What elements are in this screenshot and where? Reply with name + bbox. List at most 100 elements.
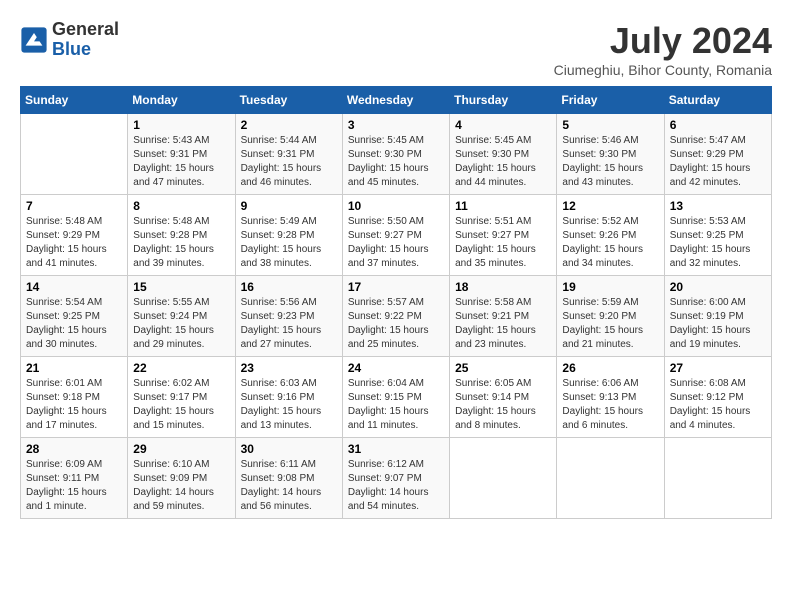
- day-info: Sunrise: 5:52 AMSunset: 9:26 PMDaylight:…: [562, 215, 658, 271]
- day-number: 22: [133, 361, 229, 375]
- day-cell: 5 Sunrise: 5:46 AMSunset: 9:30 PMDaylight…: [557, 114, 664, 195]
- day-number: 23: [241, 361, 337, 375]
- logo: General Blue: [20, 20, 119, 60]
- day-cell: [21, 114, 128, 195]
- day-cell: 7Sunrise: 5:48 AMSunset: 9:29 PMDaylight…: [21, 195, 128, 276]
- logo-general: General: [52, 20, 119, 40]
- day-cell: [664, 438, 771, 519]
- day-cell: 13 Sunrise: 5:53 AMSunset: 9:25 PMDayligh…: [664, 195, 771, 276]
- day-number: 12: [562, 199, 658, 213]
- day-info: Sunrise: 6:12 AMSunset: 9:07 PMDaylight:…: [348, 458, 444, 514]
- day-number: 20: [670, 280, 766, 294]
- day-info: Sunrise: 5:57 AMSunset: 9:22 PMDaylight:…: [348, 296, 444, 352]
- day-cell: 19 Sunrise: 5:59 AMSunset: 9:20 PMDayligh…: [557, 276, 664, 357]
- day-number: 19: [562, 280, 658, 294]
- day-cell: [557, 438, 664, 519]
- day-cell: 30Sunrise: 6:11 AMSunset: 9:08 PMDayligh…: [235, 438, 342, 519]
- day-cell: 11 Sunrise: 5:51 AMSunset: 9:27 PMDayligh…: [450, 195, 557, 276]
- day-number: 28: [26, 442, 122, 456]
- day-number: 31: [348, 442, 444, 456]
- weekday-header-wednesday: Wednesday: [342, 87, 449, 114]
- day-number: 11: [455, 199, 551, 213]
- day-info: Sunrise: 6:00 AMSunset: 9:19 PMDaylight:…: [670, 296, 766, 352]
- day-cell: 14Sunrise: 5:54 AMSunset: 9:25 PMDayligh…: [21, 276, 128, 357]
- day-info: Sunrise: 5:47 AMSunset: 9:29 PMDaylight:…: [670, 134, 766, 190]
- week-row-4: 21Sunrise: 6:01 AMSunset: 9:18 PMDayligh…: [21, 357, 772, 438]
- week-row-1: 1Sunrise: 5:43 AMSunset: 9:31 PMDaylight…: [21, 114, 772, 195]
- day-info: Sunrise: 6:08 AMSunset: 9:12 PMDaylight:…: [670, 377, 766, 433]
- week-row-5: 28 Sunrise: 6:09 AMSunset: 9:11 PMDayligh…: [21, 438, 772, 519]
- day-info: Sunrise: 5:48 AMSunset: 9:28 PMDaylight:…: [133, 215, 229, 271]
- day-number: 25: [455, 361, 551, 375]
- day-cell: 22 Sunrise: 6:02 AMSunset: 9:17 PMDayligh…: [128, 357, 235, 438]
- day-info: Sunrise: 5:54 AMSunset: 9:25 PMDaylight:…: [26, 296, 122, 352]
- day-number: 8: [133, 199, 229, 213]
- day-info: Sunrise: 6:02 AMSunset: 9:17 PMDaylight:…: [133, 377, 229, 433]
- day-info: Sunrise: 6:06 AMSunset: 9:13 PMDaylight:…: [562, 377, 658, 433]
- day-cell: 29Sunrise: 6:10 AMSunset: 9:09 PMDayligh…: [128, 438, 235, 519]
- calendar-table: SundayMondayTuesdayWednesdayThursdayFrid…: [20, 86, 772, 519]
- day-number: 4: [455, 118, 551, 132]
- day-number: 5: [562, 118, 658, 132]
- day-cell: 6Sunrise: 5:47 AMSunset: 9:29 PMDaylight…: [664, 114, 771, 195]
- day-number: 21: [26, 361, 122, 375]
- day-info: Sunrise: 5:58 AMSunset: 9:21 PMDaylight:…: [455, 296, 551, 352]
- weekday-header-monday: Monday: [128, 87, 235, 114]
- day-cell: 31 Sunrise: 6:12 AMSunset: 9:07 PMDayligh…: [342, 438, 449, 519]
- day-cell: 24 Sunrise: 6:04 AMSunset: 9:15 PMDayligh…: [342, 357, 449, 438]
- day-info: Sunrise: 5:59 AMSunset: 9:20 PMDaylight:…: [562, 296, 658, 352]
- day-cell: 28 Sunrise: 6:09 AMSunset: 9:11 PMDayligh…: [21, 438, 128, 519]
- day-info: Sunrise: 5:44 AMSunset: 9:31 PMDaylight:…: [241, 134, 337, 190]
- day-info: Sunrise: 5:45 AMSunset: 9:30 PMDaylight:…: [348, 134, 444, 190]
- day-cell: 2 Sunrise: 5:44 AMSunset: 9:31 PMDaylight…: [235, 114, 342, 195]
- day-cell: 23 Sunrise: 6:03 AMSunset: 9:16 PMDayligh…: [235, 357, 342, 438]
- day-cell: 25 Sunrise: 6:05 AMSunset: 9:14 PMDayligh…: [450, 357, 557, 438]
- day-number: 29: [133, 442, 229, 456]
- day-info: Sunrise: 6:05 AMSunset: 9:14 PMDaylight:…: [455, 377, 551, 433]
- day-info: Sunrise: 5:50 AMSunset: 9:27 PMDaylight:…: [348, 215, 444, 271]
- day-cell: 20 Sunrise: 6:00 AMSunset: 9:19 PMDayligh…: [664, 276, 771, 357]
- day-info: Sunrise: 6:09 AMSunset: 9:11 PMDaylight:…: [26, 458, 122, 514]
- day-info: Sunrise: 5:53 AMSunset: 9:25 PMDaylight:…: [670, 215, 766, 271]
- weekday-header-friday: Friday: [557, 87, 664, 114]
- day-cell: 21Sunrise: 6:01 AMSunset: 9:18 PMDayligh…: [21, 357, 128, 438]
- day-number: 18: [455, 280, 551, 294]
- day-info: Sunrise: 5:56 AMSunset: 9:23 PMDaylight:…: [241, 296, 337, 352]
- weekday-header-row: SundayMondayTuesdayWednesdayThursdayFrid…: [21, 87, 772, 114]
- day-cell: 9 Sunrise: 5:49 AMSunset: 9:28 PMDaylight…: [235, 195, 342, 276]
- day-cell: [450, 438, 557, 519]
- day-info: Sunrise: 6:03 AMSunset: 9:16 PMDaylight:…: [241, 377, 337, 433]
- day-cell: 27 Sunrise: 6:08 AMSunset: 9:12 PMDayligh…: [664, 357, 771, 438]
- day-number: 27: [670, 361, 766, 375]
- day-info: Sunrise: 5:49 AMSunset: 9:28 PMDaylight:…: [241, 215, 337, 271]
- day-info: Sunrise: 5:45 AMSunset: 9:30 PMDaylight:…: [455, 134, 551, 190]
- day-number: 1: [133, 118, 229, 132]
- day-cell: 12 Sunrise: 5:52 AMSunset: 9:26 PMDayligh…: [557, 195, 664, 276]
- day-cell: 15 Sunrise: 5:55 AMSunset: 9:24 PMDayligh…: [128, 276, 235, 357]
- month-title: July 2024: [554, 20, 772, 62]
- day-cell: 3 Sunrise: 5:45 AMSunset: 9:30 PMDaylight…: [342, 114, 449, 195]
- day-number: 7: [26, 199, 122, 213]
- day-info: Sunrise: 5:55 AMSunset: 9:24 PMDaylight:…: [133, 296, 229, 352]
- day-info: Sunrise: 5:51 AMSunset: 9:27 PMDaylight:…: [455, 215, 551, 271]
- day-number: 17: [348, 280, 444, 294]
- day-info: Sunrise: 5:46 AMSunset: 9:30 PMDaylight:…: [562, 134, 658, 190]
- day-number: 3: [348, 118, 444, 132]
- day-number: 15: [133, 280, 229, 294]
- day-number: 9: [241, 199, 337, 213]
- day-number: 2: [241, 118, 337, 132]
- location-subtitle: Ciumeghiu, Bihor County, Romania: [554, 62, 772, 78]
- day-number: 16: [241, 280, 337, 294]
- day-number: 24: [348, 361, 444, 375]
- weekday-header-saturday: Saturday: [664, 87, 771, 114]
- day-info: Sunrise: 6:04 AMSunset: 9:15 PMDaylight:…: [348, 377, 444, 433]
- day-cell: 18 Sunrise: 5:58 AMSunset: 9:21 PMDayligh…: [450, 276, 557, 357]
- logo-icon: [20, 26, 48, 54]
- day-cell: 4 Sunrise: 5:45 AMSunset: 9:30 PMDaylight…: [450, 114, 557, 195]
- weekday-header-sunday: Sunday: [21, 87, 128, 114]
- day-cell: 8 Sunrise: 5:48 AMSunset: 9:28 PMDaylight…: [128, 195, 235, 276]
- day-cell: 17 Sunrise: 5:57 AMSunset: 9:22 PMDayligh…: [342, 276, 449, 357]
- weekday-header-thursday: Thursday: [450, 87, 557, 114]
- day-cell: 26Sunrise: 6:06 AMSunset: 9:13 PMDayligh…: [557, 357, 664, 438]
- day-number: 13: [670, 199, 766, 213]
